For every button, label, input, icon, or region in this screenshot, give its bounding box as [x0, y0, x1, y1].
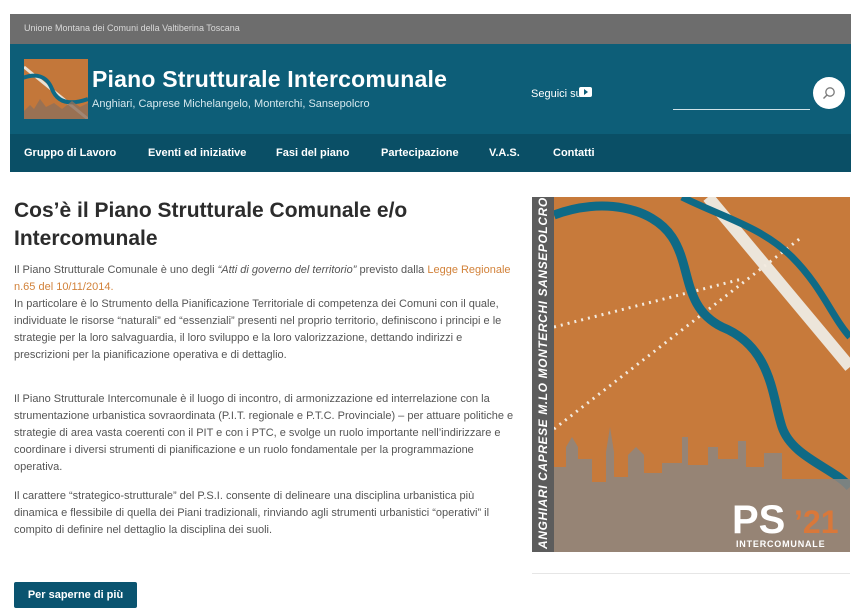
intro-text-rest: In particolare è lo Strumento della Pian… — [14, 298, 502, 361]
body-paragraph-psi: Il Piano Strutturale Intercomunale è il … — [14, 393, 514, 473]
search-input[interactable] — [673, 109, 810, 110]
search-button[interactable] — [813, 77, 845, 109]
follow-label: Seguici su — [531, 88, 582, 100]
youtube-icon[interactable] — [579, 87, 592, 97]
page: Unione Montana dei Comuni della Valtiber… — [0, 0, 851, 613]
main-nav: Gruppo di Lavoro Eventi ed iniziative Fa… — [10, 134, 851, 172]
site-logo[interactable] — [24, 59, 88, 119]
nav-item-fasi-del-piano[interactable]: Fasi del piano — [276, 147, 349, 159]
nav-item-gruppo-di-lavoro[interactable]: Gruppo di Lavoro — [24, 147, 116, 159]
poster-label-text: INTERCOMUNALE — [736, 539, 825, 549]
nav-item-partecipazione[interactable]: Partecipazione — [381, 147, 459, 159]
site-subtitle: Anghiari, Caprese Michelangelo, Monterch… — [92, 98, 370, 110]
poster-town-names: ANGHIARI CAPRESE M.LO MONTERCHI SANSEPOL… — [536, 197, 550, 550]
nav-item-vas[interactable]: V.A.S. — [489, 147, 520, 159]
intro-paragraph: Il Piano Strutturale Comunale è uno degl… — [14, 262, 514, 364]
page-title: Cos’è il Piano Strutturale Comunale e/o … — [14, 199, 408, 250]
site-title[interactable]: Piano Strutturale Intercomunale — [92, 66, 447, 93]
site-header: Piano Strutturale Intercomunale Anghiari… — [10, 44, 851, 134]
intro-emphasis: “Atti di governo del territorio” — [217, 264, 357, 276]
intro-text: Il Piano Strutturale Comunale è uno degl… — [14, 264, 218, 276]
nav-item-contatti[interactable]: Contatti — [553, 147, 595, 159]
learn-more-button[interactable]: Per saperne di più — [14, 582, 137, 608]
top-bar-text[interactable]: Unione Montana dei Comuni della Valtiber… — [24, 23, 240, 33]
top-bar: Unione Montana dei Comuni della Valtiber… — [10, 14, 851, 44]
nav-item-eventi[interactable]: Eventi ed iniziative — [148, 147, 246, 159]
poster-year-text: ’21 — [794, 504, 838, 540]
poster-ps-text: PS — [732, 498, 785, 542]
search-icon — [823, 87, 835, 99]
ps21-poster-image: ANGHIARI CAPRESE M.LO MONTERCHI SANSEPOL… — [532, 197, 850, 552]
sidebar-divider — [532, 573, 850, 574]
intro-text-middle: previsto dalla — [356, 264, 428, 276]
body-paragraph-strategic: Il carattere “strategico-strutturale” de… — [14, 490, 490, 536]
